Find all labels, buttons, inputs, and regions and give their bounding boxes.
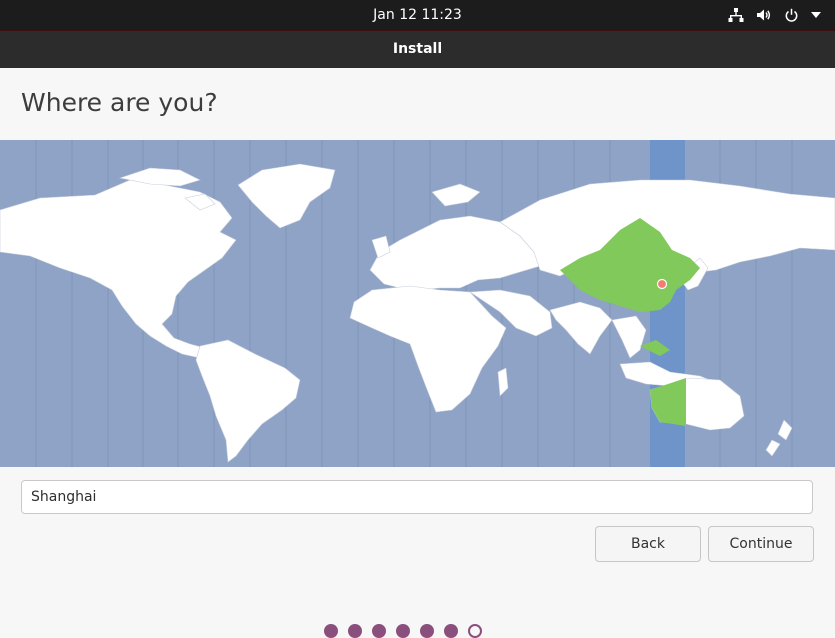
- system-top-bar: Jan 12 11:23: [0, 0, 835, 30]
- location-marker: [656, 278, 668, 290]
- window-title: Install: [392, 41, 443, 57]
- location-input[interactable]: [21, 480, 813, 514]
- chevron-down-icon[interactable]: [811, 11, 821, 19]
- volume-icon[interactable]: [756, 8, 772, 22]
- window-titlebar: Install: [0, 30, 835, 68]
- progress-dot-current: [468, 624, 482, 638]
- back-button[interactable]: Back: [595, 526, 701, 562]
- progress-dot: [396, 624, 410, 638]
- progress-dot: [348, 624, 362, 638]
- network-icon[interactable]: [728, 8, 744, 22]
- continents: [0, 163, 835, 463]
- continue-button[interactable]: Continue: [708, 526, 814, 562]
- progress-dot: [372, 624, 386, 638]
- clock[interactable]: Jan 12 11:23: [0, 0, 835, 30]
- power-icon[interactable]: [784, 8, 799, 23]
- page-title: Where are you?: [21, 88, 218, 117]
- system-tray[interactable]: [728, 0, 821, 30]
- progress-dots: [324, 624, 482, 638]
- progress-dot: [324, 624, 338, 638]
- installer-page: Where are you? Shanghai Back Continue: [0, 68, 835, 638]
- progress-dot: [420, 624, 434, 638]
- progress-dot: [444, 624, 458, 638]
- timezone-map[interactable]: [0, 140, 835, 467]
